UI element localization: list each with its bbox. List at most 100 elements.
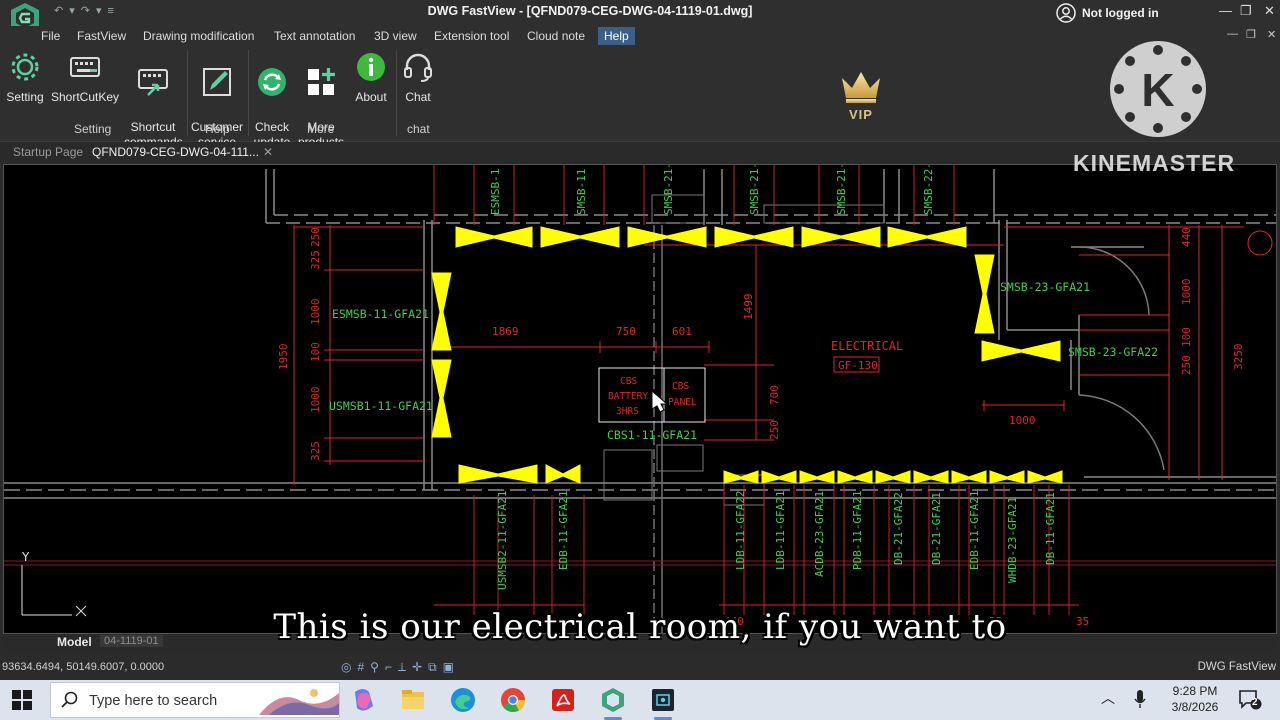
cad-drawing[interactable]: ESMSB-1 SMSB-11 SMSB-21- SMSB-21- SMSB-2… (4, 165, 1277, 634)
menu-text-annotation[interactable]: Text annotation (274, 29, 355, 43)
group-more-label: More (307, 122, 335, 136)
menu-help[interactable]: Help (598, 27, 635, 45)
label-smsb22-top: SMSB-22- (922, 165, 935, 215)
label-ldb-11-22: LDB-11-GFA22 (734, 491, 747, 570)
close-icon[interactable]: ✕ (1264, 3, 1275, 19)
cbs-battery-line2: BATTERY (608, 391, 648, 402)
chat-label: Chat (405, 90, 431, 104)
status-bar: 93634.6494, 50149.6007, 0.0000 ◎#⚲⌐⟂✛⧉▣ … (0, 657, 1280, 679)
chat-button[interactable]: Chat (400, 50, 436, 105)
notification-icon[interactable] (1238, 689, 1262, 711)
menu-bar: File FastView Drawing modification Text … (0, 26, 1280, 46)
dim-250-mid: 250 (768, 420, 781, 440)
label-smsb21a-top: SMSB-21- (662, 165, 675, 215)
clock-date: 3/8/2026 (1171, 700, 1219, 714)
windows-start-icon[interactable] (12, 690, 32, 710)
grid-icon[interactable]: # (357, 660, 370, 674)
label-esmsb-11: ESMSB-11-GFA21 (332, 307, 429, 321)
copilot-icon[interactable] (349, 686, 377, 714)
tab-close-icon[interactable]: ✕ (263, 145, 273, 159)
cbs-panel-line2: PANEL (668, 397, 697, 408)
menu-file[interactable]: File (41, 29, 60, 43)
cursor-coordinates: 93634.6494, 50149.6007, 0.0000 (2, 661, 165, 673)
label-usmsb1-11: USMSB1-11-GFA21 (329, 399, 433, 413)
dim-3250: 3250 (1232, 344, 1245, 371)
dim-325-bottom: 325 (309, 441, 322, 461)
group-setting-label: Setting (74, 122, 112, 136)
acrobat-reader-icon[interactable] (549, 686, 577, 714)
shortcutkey-label: ShortCutKey (50, 90, 120, 104)
label-smsb21c-top: SMSB-21- (835, 165, 848, 215)
minimize-icon[interactable]: — (1219, 3, 1232, 18)
label-smsb21b-top: SMSB-21- (748, 165, 761, 215)
label-smsb11-top: SMSB-11 (575, 169, 588, 215)
label-db-11: DB-11-GFA21 (1044, 492, 1057, 565)
clock-time: 9:28 PM (1172, 684, 1218, 698)
zoom-icon[interactable]: ⚲ (370, 660, 385, 674)
tab-model[interactable]: Model (57, 635, 92, 649)
drawing-canvas[interactable]: ESMSB-1 SMSB-11 SMSB-21- SMSB-21- SMSB-2… (3, 164, 1277, 634)
about-button[interactable]: About (350, 50, 392, 105)
label-edb-11-b: EDB-11-GFA21 (968, 491, 981, 570)
doc-minimize-icon[interactable]: — (1227, 28, 1238, 40)
menu-extension-tool[interactable]: Extension tool (434, 29, 509, 43)
dim-325-top: 325 (309, 250, 322, 270)
crosshair-icon[interactable]: ✛ (412, 660, 428, 674)
tab-document[interactable]: QFND079-CEG-DWG-04-111... (92, 145, 259, 159)
ortho-icon[interactable]: ⌐ (385, 660, 398, 674)
taskbar-search-box[interactable]: Type here to search (50, 682, 340, 718)
info-icon (357, 53, 385, 81)
check-update-button[interactable]: Check update (250, 50, 294, 150)
measure-icon[interactable]: ⟂ (398, 660, 412, 674)
dim-100-right: 100 (1180, 327, 1193, 347)
shortcutkey-button[interactable]: ShortCutKey (50, 50, 120, 105)
fullscreen-icon[interactable]: ▣ (443, 660, 460, 674)
room-name: ELECTRICAL (831, 339, 903, 353)
doc-restore-icon[interactable]: ❐ (1246, 28, 1256, 41)
restore-icon[interactable]: ❐ (1240, 3, 1252, 19)
vip-label: VIP (849, 107, 873, 122)
doc-close-icon[interactable]: ✕ (1267, 28, 1276, 41)
chrome-browser-icon[interactable] (499, 686, 527, 714)
screen-recorder-icon[interactable] (649, 686, 677, 714)
kinemaster-logo-icon: K (1110, 41, 1206, 137)
extents-icon[interactable]: ⧉ (428, 660, 443, 674)
label-db-21-21: DB-21-GFA21 (930, 492, 943, 565)
label-pdb-11: PDB-11-GFA21 (851, 491, 864, 570)
tab-layout[interactable]: 04-1119-01 (100, 635, 163, 647)
vip-badge[interactable]: VIP (836, 68, 886, 124)
taskbar-clock[interactable]: 9:28 PM 3/8/2026 (1160, 683, 1230, 715)
login-status[interactable]: Not logged in (1056, 3, 1159, 23)
setting-label: Setting (6, 90, 44, 104)
notification-count: 2 (1252, 697, 1258, 708)
title-bar: ↶▾↷▾≡ DWG FastView - [QFND079-CEG-DWG-04… (0, 0, 1280, 33)
search-placeholder: Type here to search (89, 693, 218, 709)
tab-startup-page[interactable]: Startup Page (13, 145, 83, 159)
dim-1000-left-a: 1000 (309, 299, 322, 326)
menu-3d-view[interactable]: 3D view (374, 29, 417, 43)
pen-note-icon (203, 68, 231, 96)
microphone-icon[interactable] (1134, 690, 1146, 710)
setting-button[interactable]: Setting (4, 50, 46, 105)
gear-icon (11, 53, 39, 81)
dim-700: 700 (768, 385, 781, 405)
label-smsb-23-b: SMSB-23-GFA22 (1068, 345, 1158, 359)
cbs-battery-line1: CBS (620, 376, 637, 387)
edge-browser-icon[interactable] (449, 686, 477, 714)
dim-1950: 1950 (277, 344, 290, 371)
windows-taskbar: Type here to search ︿ 9:28 PM 3/8/2026 2 (0, 680, 1280, 720)
dim-1869: 1869 (492, 325, 519, 338)
status-tools[interactable]: ◎#⚲⌐⟂✛⧉▣ (341, 660, 460, 675)
dim-1000-left-b: 1000 (309, 387, 322, 414)
menu-fastview[interactable]: FastView (77, 29, 126, 43)
dwg-fastview-taskbar-icon[interactable] (599, 686, 627, 714)
file-explorer-icon[interactable] (399, 686, 427, 714)
tray-overflow-icon[interactable]: ︿ (1101, 688, 1115, 708)
menu-cloud-note[interactable]: Cloud note (527, 29, 585, 43)
dim-250-right: 250 (1180, 355, 1193, 375)
snap-icon[interactable]: ◎ (341, 660, 357, 674)
label-edb-11-a: EDB-11-GFA21 (557, 491, 570, 570)
menu-drawing-modification[interactable]: Drawing modification (143, 29, 254, 43)
shortcut-commands-button[interactable]: Shortcut commands (124, 50, 183, 150)
group-help-label: Help (205, 122, 230, 136)
